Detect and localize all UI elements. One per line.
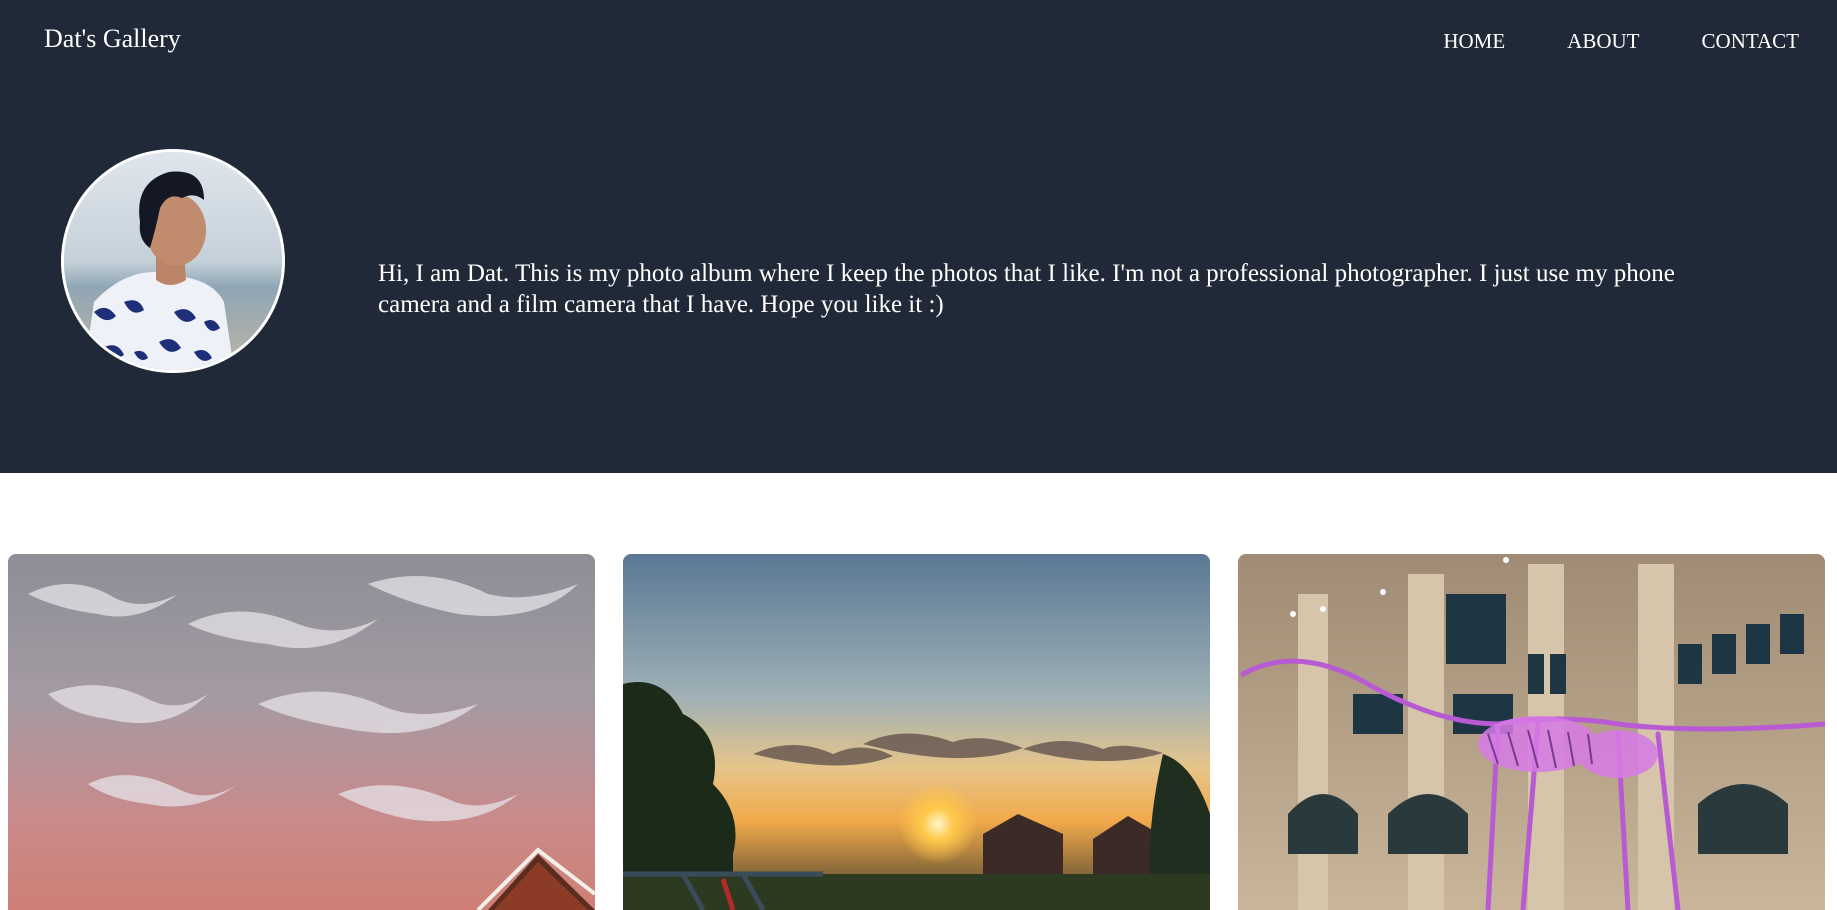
intro-text: Hi, I am Dat. This is my photo album whe… [378, 260, 1675, 318]
avatar [61, 149, 285, 373]
gallery-photo-museum[interactable] [1238, 554, 1825, 910]
profile-photo-icon [64, 152, 282, 370]
gallery-photo-clouds[interactable] [8, 554, 595, 910]
photo-gallery [8, 554, 1829, 910]
site-brand[interactable]: Dat's Gallery [44, 22, 181, 56]
museum-photo-icon [1238, 554, 1825, 910]
hero-section: Dat's Gallery HOME ABOUT CONTACT Hi, I a… [0, 0, 1837, 473]
gallery-photo-sunset[interactable] [623, 554, 1210, 910]
nav-home-link[interactable]: HOME [1443, 26, 1505, 56]
main-nav: HOME ABOUT CONTACT [1443, 26, 1799, 56]
clouds-photo-icon [8, 554, 595, 910]
sunset-photo-icon [623, 554, 1210, 910]
nav-contact-link[interactable]: CONTACT [1702, 26, 1799, 56]
nav-about-link[interactable]: ABOUT [1567, 26, 1639, 56]
